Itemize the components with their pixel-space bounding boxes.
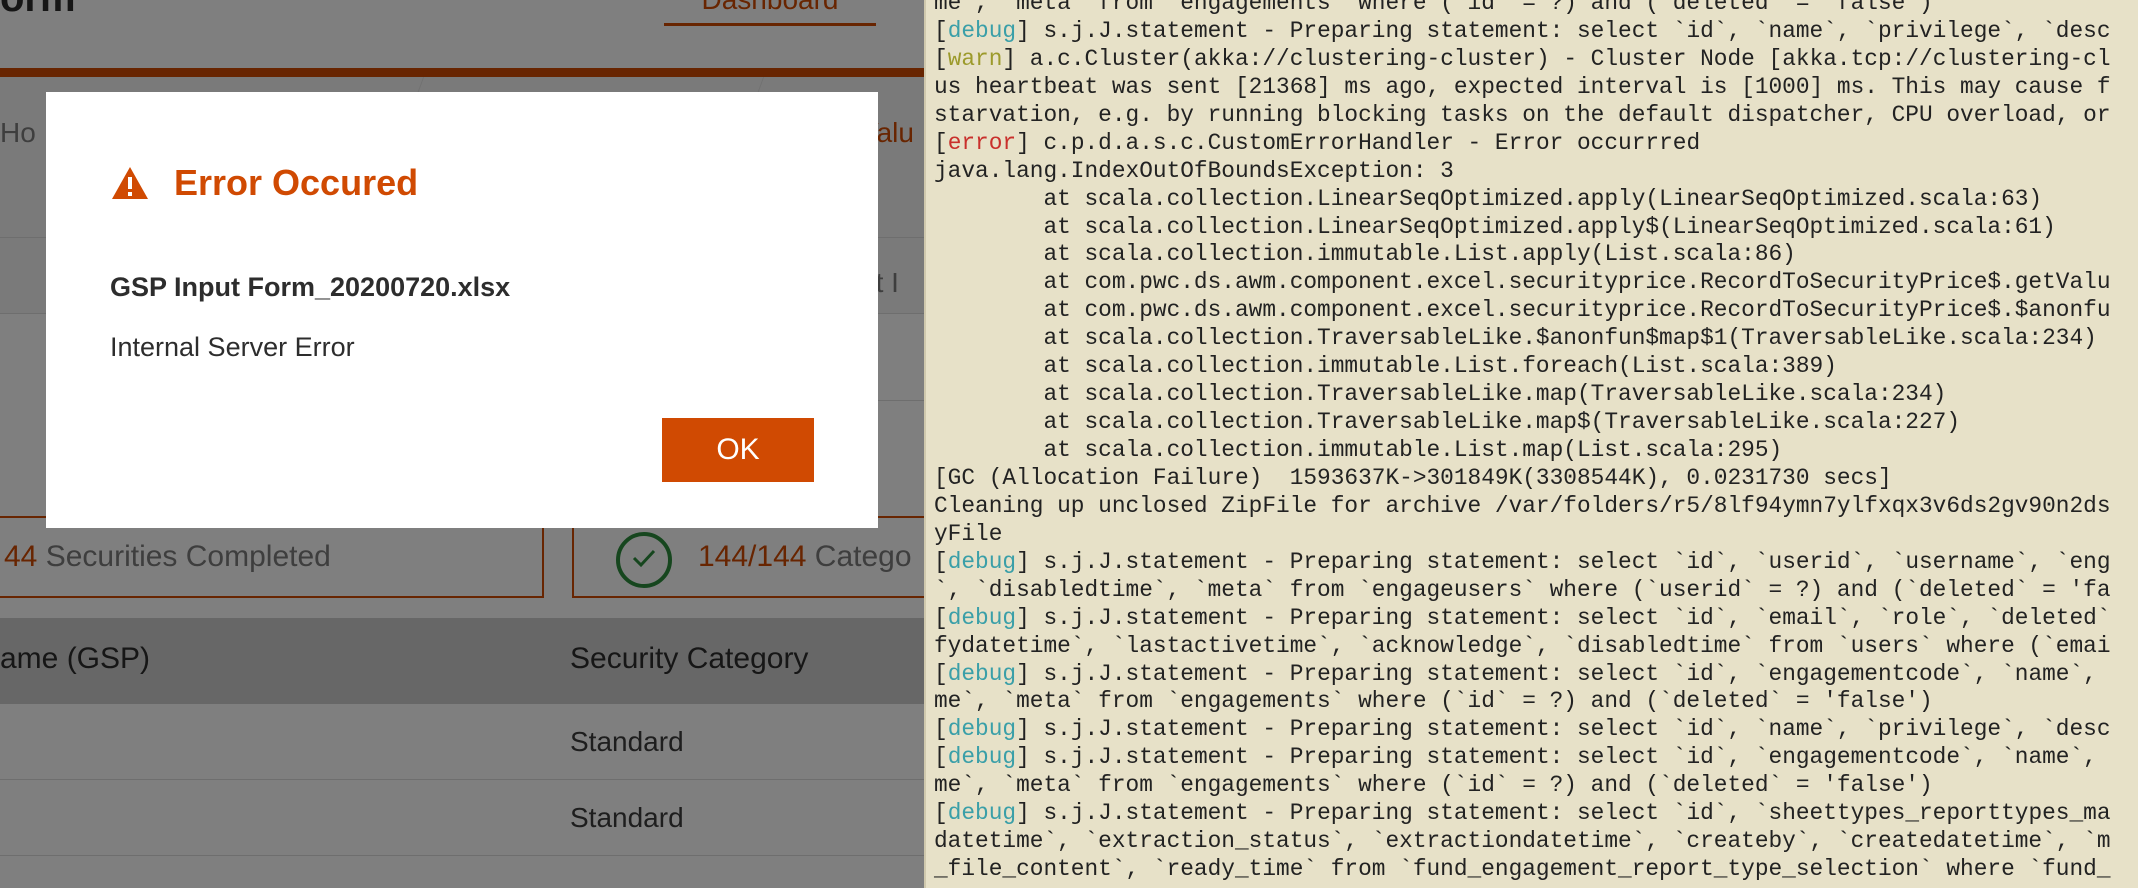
log-line: [debug] s.j.J.statement - Preparing stat… (934, 660, 2097, 687)
log-text: yFile (934, 520, 1003, 547)
log-text: s.j.J.statement - Preparing statement: s… (1029, 716, 2111, 743)
log-text: at com.pwc.ds.awm.component.excel.securi… (934, 269, 2111, 296)
log-line: Cleaning up unclosed ZipFile for archive… (934, 493, 2111, 521)
log-text: _file_content`, `ready_time` from `fund_… (934, 856, 2111, 883)
log-text: c.p.d.a.s.c.CustomErrorHandler - Error o… (1029, 129, 1701, 156)
error-dialog: Error Occured GSP Input Form_20200720.xl… (46, 92, 878, 528)
log-level-debug: debug (947, 800, 1017, 827)
log-text: s.j.J.statement - Preparing statement: s… (1029, 660, 2097, 687)
log-text: `, `disabledtime`, `meta` from `engageus… (934, 576, 2111, 603)
log-level-debug: debug (947, 744, 1017, 771)
log-text: at com.pwc.ds.awm.component.excel.securi… (934, 297, 2111, 324)
log-level-debug: debug (947, 716, 1017, 743)
log-text: s.j.J.statement - Preparing statement: s… (1029, 744, 2097, 771)
log-line: `, `disabledtime`, `meta` from `engageus… (934, 577, 2111, 605)
log-line: at scala.collection.LinearSeqOptimized.a… (934, 186, 2111, 214)
log-line: [debug] s.j.J.statement - Preparing stat… (934, 716, 2111, 743)
log-line: [error] c.p.d.a.s.c.CustomErrorHandler -… (934, 129, 1701, 156)
log-line: [debug] s.j.J.statement - Preparing stat… (934, 744, 2097, 771)
ok-button[interactable]: OK (662, 418, 814, 482)
log-line: yFile (934, 521, 2111, 549)
log-text: me`, `meta` from `engagements` where (`i… (934, 688, 1933, 715)
log-line: [debug] s.j.J.statement - Preparing stat… (934, 548, 2111, 575)
log-level-warn: warn (947, 45, 1003, 72)
app-window: orm Dashboard Ho Valu ut I 44 Securities… (0, 0, 924, 888)
log-line: me`, `meta` from `engagements` where (`i… (934, 772, 2111, 800)
dialog-file-name: GSP Input Form_20200720.xlsx (110, 272, 511, 302)
log-level-error: error (947, 129, 1017, 156)
log-line: [debug] s.j.J.statement - Preparing stat… (934, 800, 2111, 827)
log-line: [GC (Allocation Failure) 1593637K->30184… (934, 465, 2111, 493)
dialog-message: Internal Server Error (110, 332, 355, 362)
log-text: [GC (Allocation Failure) 1593637K->30184… (934, 464, 1892, 491)
log-text: fydatetime`, `lastactivetime`, `acknowle… (934, 632, 2111, 659)
terminal-window[interactable]: me`, `meta` from `engagements` where (`i… (924, 0, 2138, 888)
log-line: me`, `meta` from `engagements` where (`i… (934, 0, 2111, 18)
terminal-log: me`, `meta` from `engagements` where (`i… (934, 0, 2111, 884)
log-line: [debug] s.j.J.statement - Preparing stat… (934, 604, 2111, 631)
dialog-header: Error Occured (110, 162, 418, 204)
log-line: at scala.collection.TraversableLike.$ano… (934, 325, 2111, 353)
log-line: at scala.collection.immutable.List.map(L… (934, 437, 2111, 465)
log-text: s.j.J.statement - Preparing statement: s… (1029, 548, 2111, 575)
log-text: at scala.collection.LinearSeqOptimized.a… (934, 185, 2043, 212)
log-line: at scala.collection.TraversableLike.map(… (934, 381, 2111, 409)
log-text: at scala.collection.immutable.List.forea… (934, 353, 1837, 380)
log-text: starvation, e.g. by running blocking tas… (934, 101, 2111, 128)
log-text: at scala.collection.TraversableLike.$ano… (934, 325, 2097, 352)
log-text: at scala.collection.TraversableLike.map$… (934, 409, 1961, 436)
warning-triangle-icon (112, 167, 148, 199)
log-line: at com.pwc.ds.awm.component.excel.securi… (934, 297, 2111, 325)
log-line: at scala.collection.LinearSeqOptimized.a… (934, 214, 2111, 242)
log-line: us heartbeat was sent [21368] ms ago, ex… (934, 74, 2111, 102)
log-level-debug: debug (947, 660, 1017, 687)
log-line: starvation, e.g. by running blocking tas… (934, 102, 2111, 130)
log-text: a.c.Cluster(akka://clustering-cluster) -… (1016, 45, 2111, 72)
log-text: at scala.collection.LinearSeqOptimized.a… (934, 213, 2056, 240)
log-line: at scala.collection.TraversableLike.map$… (934, 409, 2111, 437)
log-text: s.j.J.statement - Preparing statement: s… (1029, 800, 2111, 827)
log-line: [debug] s.j.J.statement - Preparing stat… (934, 17, 2111, 44)
log-line: [warn] a.c.Cluster(akka://clustering-clu… (934, 45, 2111, 72)
log-level-debug: debug (947, 604, 1017, 631)
log-line: fydatetime`, `lastactivetime`, `acknowle… (934, 633, 2111, 661)
log-level-debug: debug (947, 17, 1017, 44)
log-text: java.lang.IndexOutOfBoundsException: 3 (934, 157, 1454, 184)
log-line: at com.pwc.ds.awm.component.excel.securi… (934, 269, 2111, 297)
log-text: me`, `meta` from `engagements` where (`i… (934, 772, 1933, 799)
log-text: us heartbeat was sent [21368] ms ago, ex… (934, 73, 2111, 100)
log-text: s.j.J.statement - Preparing statement: s… (1029, 604, 2111, 631)
log-text: Cleaning up unclosed ZipFile for archive… (934, 492, 2111, 519)
log-level-debug: debug (947, 548, 1017, 575)
log-text: datetime`, `extraction_status`, `extract… (934, 828, 2111, 855)
log-line: me`, `meta` from `engagements` where (`i… (934, 688, 2111, 716)
log-line: datetime`, `extraction_status`, `extract… (934, 828, 2111, 856)
log-text: s.j.J.statement - Preparing statement: s… (1029, 17, 2111, 44)
log-line: _file_content`, `ready_time` from `fund_… (934, 856, 2111, 884)
log-text: at scala.collection.immutable.List.map(L… (934, 437, 1783, 463)
log-line: at scala.collection.immutable.List.forea… (934, 353, 2111, 381)
dialog-title: Error Occured (174, 162, 419, 203)
log-line: java.lang.IndexOutOfBoundsException: 3 (934, 158, 2111, 186)
log-text: me`, `meta` from `engagements` where (`i… (934, 0, 1933, 16)
log-text: at scala.collection.immutable.List.apply… (934, 241, 1796, 268)
log-text: at scala.collection.TraversableLike.map(… (934, 381, 1947, 408)
log-line: at scala.collection.immutable.List.apply… (934, 241, 2111, 269)
